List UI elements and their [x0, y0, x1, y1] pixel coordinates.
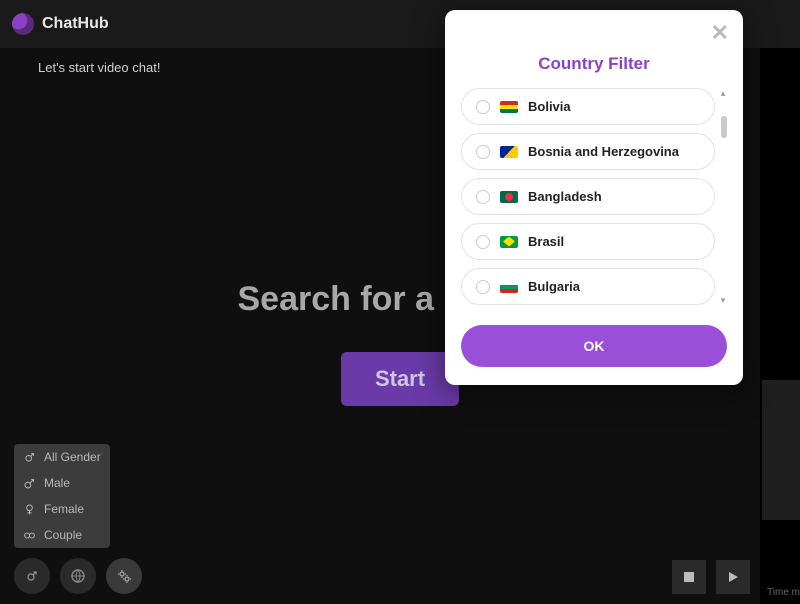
gender-item-female[interactable]: Female: [22, 502, 102, 516]
gender-label: Male: [44, 476, 70, 490]
gender-filter-button[interactable]: [14, 558, 50, 594]
close-icon: ✕: [711, 20, 729, 45]
side-strip: [760, 48, 800, 604]
gears-icon: [116, 568, 132, 584]
player-controls: [672, 560, 750, 594]
male-icon: [22, 476, 36, 490]
intersex-icon: [24, 568, 40, 584]
country-option-bolivia[interactable]: Bolivia: [461, 88, 715, 125]
country-option-bulgaria[interactable]: Bulgaria: [461, 268, 715, 305]
country-option-brasil[interactable]: Brasil: [461, 223, 715, 260]
scroll-thumb[interactable]: [721, 116, 727, 138]
gender-item-male[interactable]: Male: [22, 476, 102, 490]
stop-icon: [682, 570, 696, 584]
gender-label: Female: [44, 502, 84, 516]
country-label: Bulgaria: [528, 279, 580, 294]
radio-unchecked-icon: [476, 235, 490, 249]
ok-button[interactable]: OK: [461, 325, 727, 367]
gender-item-couple[interactable]: Couple: [22, 528, 102, 542]
country-label: Bolivia: [528, 99, 571, 114]
side-panel: [762, 380, 800, 520]
country-filter-modal: ✕ Country Filter Bolivia Bosnia and Herz…: [445, 10, 743, 385]
scroll-down-icon[interactable]: ▾: [719, 295, 727, 305]
play-button[interactable]: [716, 560, 750, 594]
gender-menu: All Gender Male Female Couple: [14, 444, 110, 548]
stop-button[interactable]: [672, 560, 706, 594]
app-name: ChatHub: [42, 15, 109, 33]
close-button[interactable]: ✕: [711, 20, 729, 46]
flag-icon: [500, 236, 518, 248]
globe-icon: [12, 13, 34, 35]
bottom-controls: [14, 558, 142, 594]
radio-unchecked-icon: [476, 100, 490, 114]
country-label: Bosnia and Herzegovina: [528, 144, 679, 159]
start-button[interactable]: Start: [341, 352, 459, 406]
country-option-bosnia[interactable]: Bosnia and Herzegovina: [461, 133, 715, 170]
settings-button[interactable]: [106, 558, 142, 594]
couple-icon: [22, 528, 36, 542]
country-list: Bolivia Bosnia and Herzegovina Banglades…: [461, 88, 727, 305]
play-icon: [726, 570, 740, 584]
flag-icon: [500, 191, 518, 203]
radio-unchecked-icon: [476, 280, 490, 294]
gender-item-all[interactable]: All Gender: [22, 450, 102, 464]
country-label: Bangladesh: [528, 189, 602, 204]
gender-label: Couple: [44, 528, 82, 542]
scrollbar[interactable]: ▴ ▾: [719, 88, 727, 305]
time-hint: Time m: [767, 587, 800, 598]
flag-icon: [500, 281, 518, 293]
app-logo[interactable]: ChatHub: [12, 13, 109, 35]
female-icon: [22, 502, 36, 516]
scroll-up-icon[interactable]: ▴: [719, 88, 727, 98]
modal-title: Country Filter: [461, 54, 727, 74]
country-option-bangladesh[interactable]: Bangladesh: [461, 178, 715, 215]
globe-icon: [70, 568, 86, 584]
country-filter-button[interactable]: [60, 558, 96, 594]
flag-icon: [500, 101, 518, 113]
gender-label: All Gender: [44, 450, 101, 464]
country-label: Brasil: [528, 234, 564, 249]
intersex-icon: [22, 450, 36, 464]
radio-unchecked-icon: [476, 145, 490, 159]
status-message: Let's start video chat!: [38, 60, 160, 75]
flag-icon: [500, 146, 518, 158]
radio-unchecked-icon: [476, 190, 490, 204]
